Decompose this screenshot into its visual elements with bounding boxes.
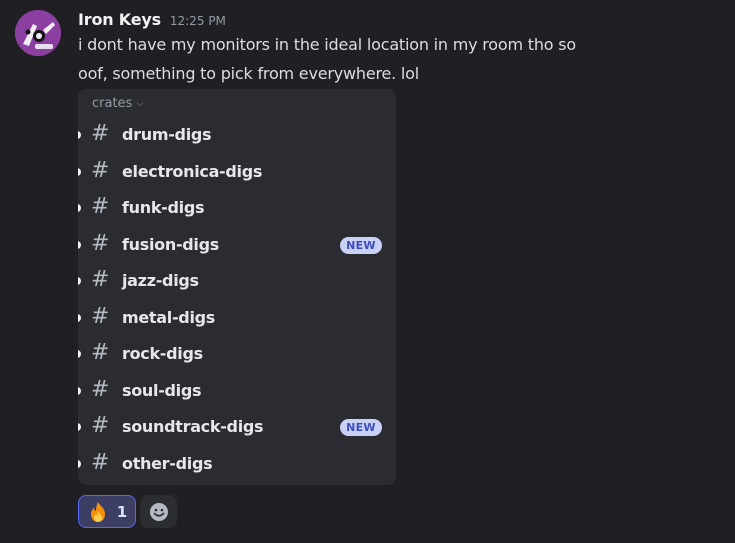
category-header[interactable]: crates ⌵ [92,96,143,111]
message-line: i dont have my monitors in the ideal loc… [78,35,576,54]
reaction-count: 1 [116,502,128,521]
unread-indicator [78,204,81,212]
channel-item-fusion-digs[interactable]: # fusion-digs NEW [78,227,396,263]
channel-item-metal-digs[interactable]: # metal-digs [78,300,396,336]
unread-indicator [78,168,81,176]
hash-icon: # [91,304,110,329]
hash-icon: # [91,413,110,438]
unread-indicator [78,314,81,322]
channel-list-embed: crates ⌵ # drum-digs # electronica-digs … [78,89,396,485]
channel-item-drum-digs[interactable]: # drum-digs [78,117,396,153]
chat-message: Iron Keys 12:25 PM i dont have my monito… [0,0,735,543]
hash-icon: # [91,231,110,256]
channel-item-soul-digs[interactable]: # soul-digs [78,373,396,409]
new-badge: NEW [340,419,382,436]
unread-indicator [78,277,81,285]
hash-icon: # [91,121,110,146]
category-label: crates [92,96,133,111]
unread-indicator [78,423,81,431]
unread-indicator [78,460,81,468]
username[interactable]: Iron Keys [78,10,161,29]
channel-name: rock-digs [122,344,203,363]
unread-indicator [78,241,81,249]
channel-item-electronica-digs[interactable]: # electronica-digs [78,154,396,190]
smiley-add-icon [149,502,168,521]
fire-reaction-button[interactable]: 1 [78,495,136,528]
channel-name: jazz-digs [122,271,199,290]
timestamp[interactable]: 12:25 PM [170,14,226,28]
hash-icon: # [91,377,110,402]
reactions-bar: 1 [78,495,177,528]
hash-icon: # [91,194,110,219]
unread-indicator [78,131,81,139]
channel-name: electronica-digs [122,162,263,181]
message-line: oof, something to pick from everywhere. … [78,64,419,83]
channel-item-funk-digs[interactable]: # funk-digs [78,190,396,226]
unread-indicator [78,387,81,395]
channel-item-jazz-digs[interactable]: # jazz-digs [78,263,396,299]
channel-item-soundtrack-digs[interactable]: # soundtrack-digs NEW [78,409,396,445]
channel-name: fusion-digs [122,235,219,254]
channel-name: drum-digs [122,125,212,144]
user-avatar[interactable] [15,10,61,56]
hash-icon: # [91,158,110,183]
hash-icon: # [91,340,110,365]
message-header: Iron Keys 12:25 PM [78,10,226,32]
hash-icon: # [91,450,110,475]
fire-icon [90,501,105,522]
channel-item-other-digs[interactable]: # other-digs [78,446,396,482]
chevron-down-icon: ⌵ [136,99,144,109]
unread-indicator [78,350,81,358]
channel-name: other-digs [122,454,213,473]
channel-name: soundtrack-digs [122,417,264,436]
channel-name: funk-digs [122,198,205,217]
channel-name: metal-digs [122,308,216,327]
add-reaction-button[interactable] [140,495,177,528]
channel-name: soul-digs [122,381,202,400]
new-badge: NEW [340,237,382,254]
channel-item-rock-digs[interactable]: # rock-digs [78,336,396,372]
avatar-image [15,10,61,56]
hash-icon: # [91,267,110,292]
